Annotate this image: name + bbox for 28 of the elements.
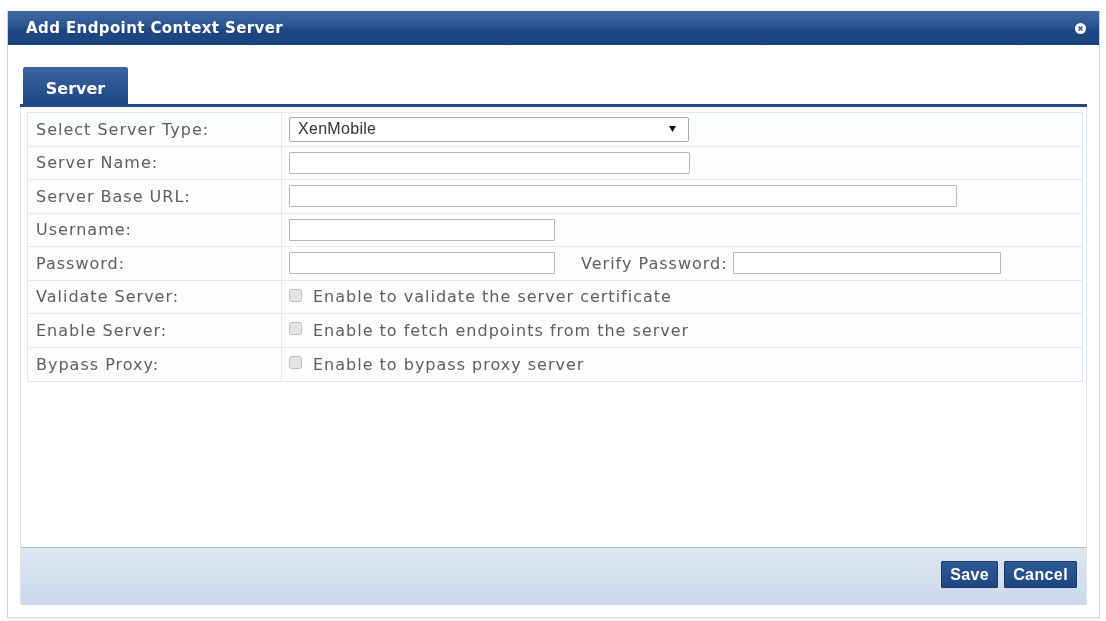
checkbox-label: Enable to bypass proxy server bbox=[313, 354, 585, 374]
checkbox-label: Enable to fetch endpoints from the server bbox=[313, 320, 690, 340]
input-field[interactable] bbox=[289, 151, 690, 174]
input-field[interactable] bbox=[289, 218, 555, 241]
field-label: Verify Password: bbox=[581, 253, 728, 273]
caret-icon bbox=[669, 126, 676, 133]
checkbox[interactable] bbox=[289, 356, 302, 370]
checkbox[interactable] bbox=[289, 288, 302, 302]
checkbox-label: Enable to validate the server certificate bbox=[313, 287, 672, 307]
close-icon[interactable] bbox=[1075, 22, 1086, 34]
field-label: Bypass Proxy: bbox=[36, 354, 160, 374]
field-label: Select Server Type: bbox=[36, 119, 210, 139]
input-field[interactable] bbox=[289, 185, 957, 208]
window-title: Add Endpoint Context Server bbox=[26, 19, 284, 37]
password-field[interactable] bbox=[732, 252, 1001, 275]
field-label: Password: bbox=[36, 253, 126, 273]
cancel-button[interactable]: Cancel bbox=[1004, 561, 1077, 588]
field-label: Server Base URL: bbox=[36, 186, 191, 206]
password-field[interactable] bbox=[289, 252, 555, 275]
field-label: Username: bbox=[36, 220, 132, 240]
field-label: Enable Server: bbox=[36, 320, 168, 340]
checkbox[interactable] bbox=[289, 322, 302, 336]
dropdown-value: XenMobile bbox=[298, 120, 377, 139]
tab[interactable]: Server bbox=[23, 67, 128, 104]
field-label: Server Name: bbox=[36, 153, 159, 173]
save-button[interactable]: Save bbox=[941, 561, 999, 588]
field-label: Validate Server: bbox=[36, 287, 180, 307]
server-type-dropdown[interactable]: XenMobile bbox=[289, 116, 689, 142]
